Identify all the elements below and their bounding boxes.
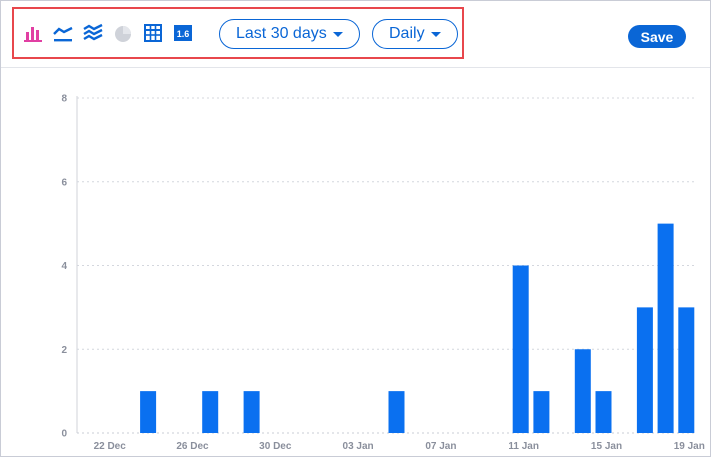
y-tick-label: 6 [61,177,67,188]
pie-chart-icon [113,23,133,43]
bar [657,223,674,433]
x-tick-label: 03 Jan [343,441,374,452]
x-tick-label: 19 Jan [674,441,705,452]
chart-panel: 1.6 Last 30 days Daily Save 0 2 4 6 8 22 Dec 2… [0,0,711,457]
bar-chart: 0 2 4 6 8 22 Dec 26 Dec 30 Dec 03 Jan 07 Jan 11 Ja… [61,94,705,453]
bar [243,391,260,433]
x-tick-label: 26 Dec [176,441,209,452]
y-tick-label: 2 [61,345,67,356]
save-button[interactable]: Save [628,25,686,48]
date-range-label: Last 30 days [236,25,327,42]
y-tick-label: 4 [61,261,67,272]
chart-toolbar: 1.6 Last 30 days Daily Save [1,1,710,68]
bar [388,391,405,433]
x-tick-label: 11 Jan [508,441,539,452]
bar [595,391,612,433]
bar [202,391,219,433]
x-tick-label: 30 Dec [259,441,292,452]
interval-label: Daily [389,25,425,42]
interval-dropdown[interactable]: Daily [372,19,458,49]
chevron-down-icon [430,32,441,37]
bar [678,307,695,433]
y-tick-label: 0 [61,429,67,440]
bar [140,391,157,433]
date-range-dropdown[interactable]: Last 30 days [219,19,360,49]
x-tick-label: 15 Jan [591,441,622,452]
bar-chart-icon[interactable] [23,23,43,43]
bar [512,265,529,433]
number-icon[interactable]: 1.6 [173,23,193,43]
chevron-down-icon [332,32,343,37]
bar [533,391,550,433]
line-chart-icon[interactable] [53,23,73,43]
y-tick-label: 8 [61,94,67,105]
bar [574,349,591,433]
table-icon[interactable] [143,23,163,43]
x-tick-label: 22 Dec [94,441,127,452]
x-tick-label: 07 Jan [425,441,456,452]
bar [636,307,653,433]
svg-text:1.6: 1.6 [177,29,190,39]
stacked-area-icon[interactable] [83,23,103,43]
